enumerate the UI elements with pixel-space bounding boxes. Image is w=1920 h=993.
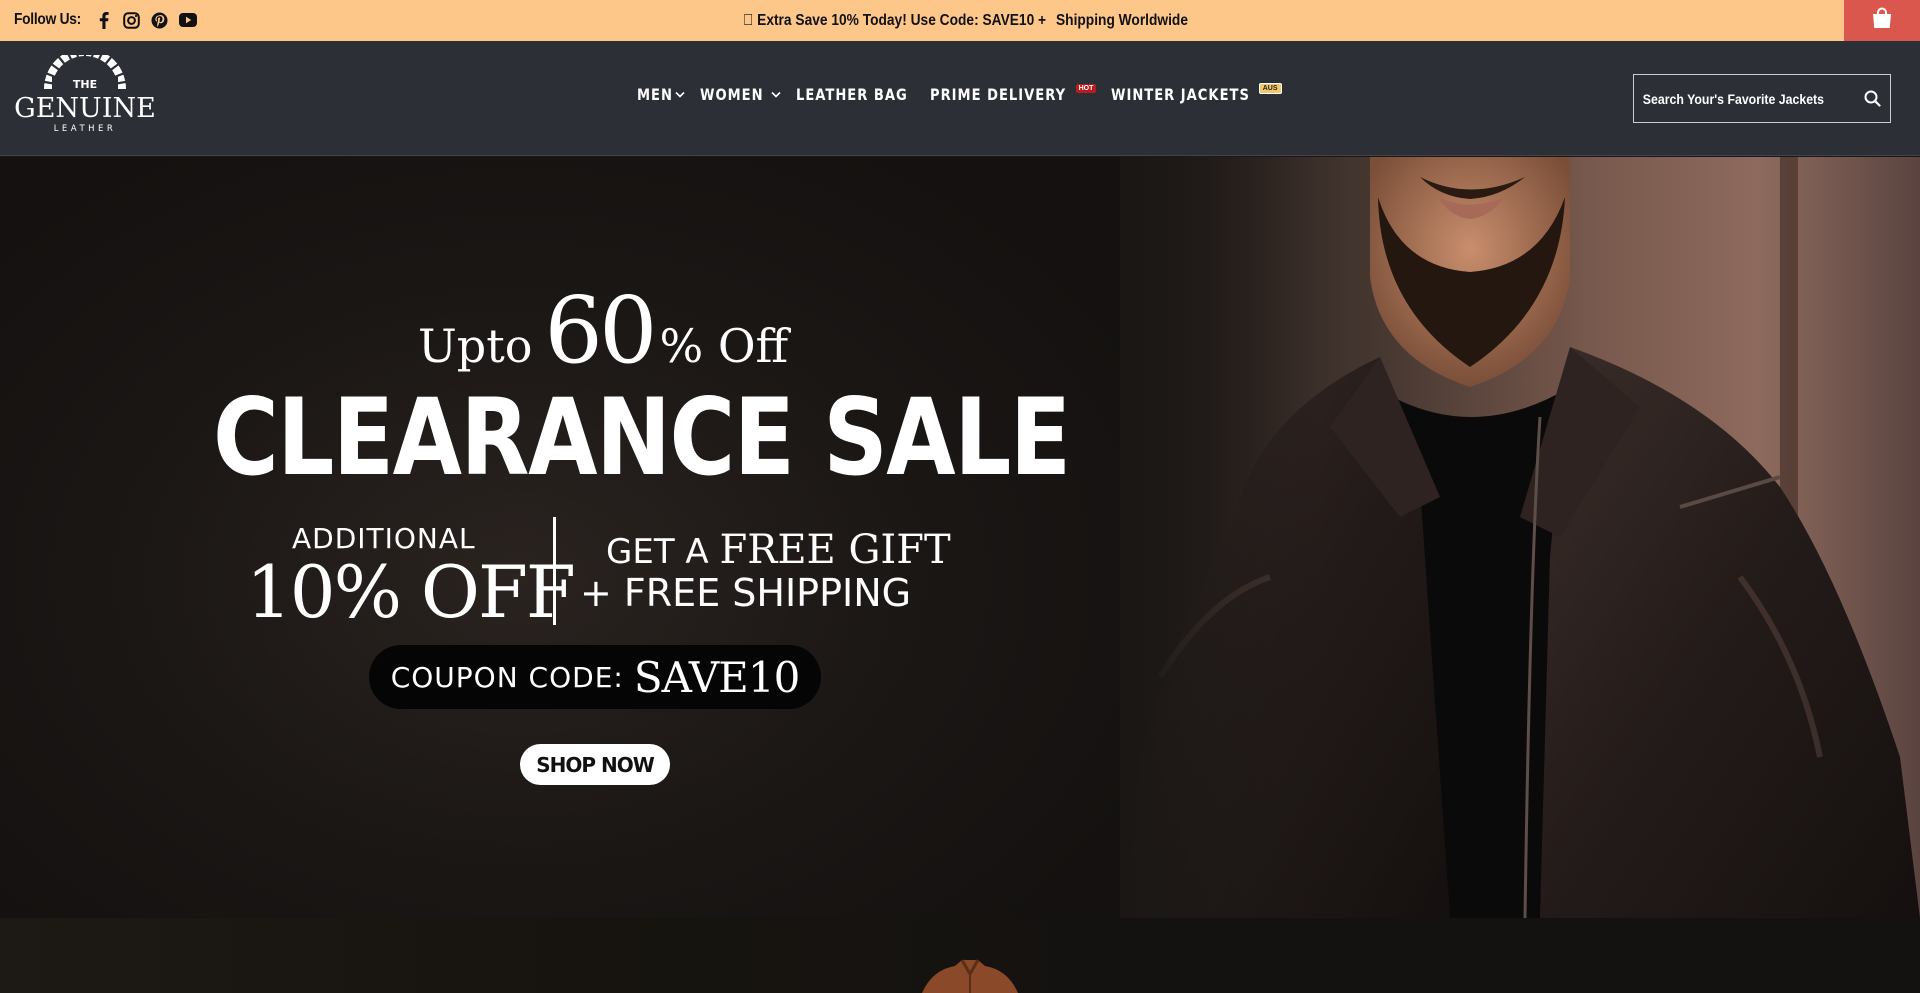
logo-text-the: THE [73,78,97,91]
nav-men[interactable]: MEN [637,85,685,104]
shop-now-button[interactable]: SHOP NOW [520,744,670,785]
facebook-icon[interactable] [94,10,114,30]
nav-label: WOMEN [699,84,764,104]
cart-button[interactable] [1844,0,1920,41]
youtube-icon[interactable] [178,10,198,30]
instagram-icon[interactable] [122,10,142,30]
promo-shipping: Shipping Worldwide [1056,11,1188,29]
nav-leather-bag[interactable]: LEATHER BAG [796,85,914,104]
coupon-label: COUPON CODE: [390,660,624,694]
promo-message:   Extra Save 10% Today! Use Code: SAVE10… [743,11,1047,29]
nav-prime-delivery[interactable]: PRIME DELIVERY HOT [929,83,1097,104]
free-gift-text: FREE GIFT [719,527,951,573]
percent-off-text: % Off [659,319,789,373]
nav-label: LEATHER BAG [796,84,909,104]
get-a-text: GET A [606,532,709,572]
next-section [0,918,1920,993]
main-nav: MEN WOMEN LEATHER BAG PRIME DELIVERY HOT… [637,81,1297,107]
search-input[interactable] [1634,75,1828,122]
hot-badge: HOT [1075,83,1097,93]
nav-label: MEN [637,84,673,104]
nav-women[interactable]: WOMEN [700,85,782,104]
chevron-down-icon [771,85,781,103]
free-shipping-text: + FREE SHIPPING [580,571,912,615]
hero-banner[interactable]: Upto 60 % Off CLEARANCE SALE ADDITIONAL … [0,157,1920,918]
follow-us-label: Follow Us: [14,11,81,28]
hero-copy: Upto 60 % Off CLEARANCE SALE ADDITIONAL … [0,157,1190,918]
hero-divider [553,517,556,625]
nav-label: WINTER JACKETS [1111,84,1251,104]
coupon-pill: COUPON CODE: SAVE10 [369,645,821,709]
logo-text-leather: LEATHER [54,124,117,134]
coupon-code: SAVE10 [633,652,800,702]
site-logo[interactable]: THE GENUINE LEATHER [14,47,156,143]
site-header: THE GENUINE LEATHER MEN WOMEN LEATHER BA… [0,41,1920,156]
search-box [1633,74,1891,123]
pinterest-icon[interactable] [150,10,170,30]
hero-discount-line: Upto 60 % Off [418,277,788,384]
upto-text: Upto [418,319,533,373]
aus-badge: AUS [1258,82,1282,94]
ten-off-text: 10% OFF [246,550,576,634]
sixty-text: 60 [544,277,657,384]
social-follow: Follow Us: [14,0,198,40]
hero-model-photo [1120,157,1920,918]
nav-winter-jackets[interactable]: WINTER JACKETS AUS [1111,82,1282,104]
nav-label: PRIME DELIVERY [929,84,1066,104]
product-jacket-image[interactable] [910,958,1030,993]
hero-headline: CLEARANCE SALE [213,375,1071,500]
free-gift-line: GET A FREE GIFT [606,527,951,573]
announcement-bar: Follow Us:   Extra Save 10% Today! Use C… [0,0,1920,41]
logo-text-genuine: GENUINE [14,93,156,124]
search-icon[interactable] [1854,75,1890,122]
shopping-bag-icon [1870,7,1894,34]
chevron-down-icon [675,85,685,103]
